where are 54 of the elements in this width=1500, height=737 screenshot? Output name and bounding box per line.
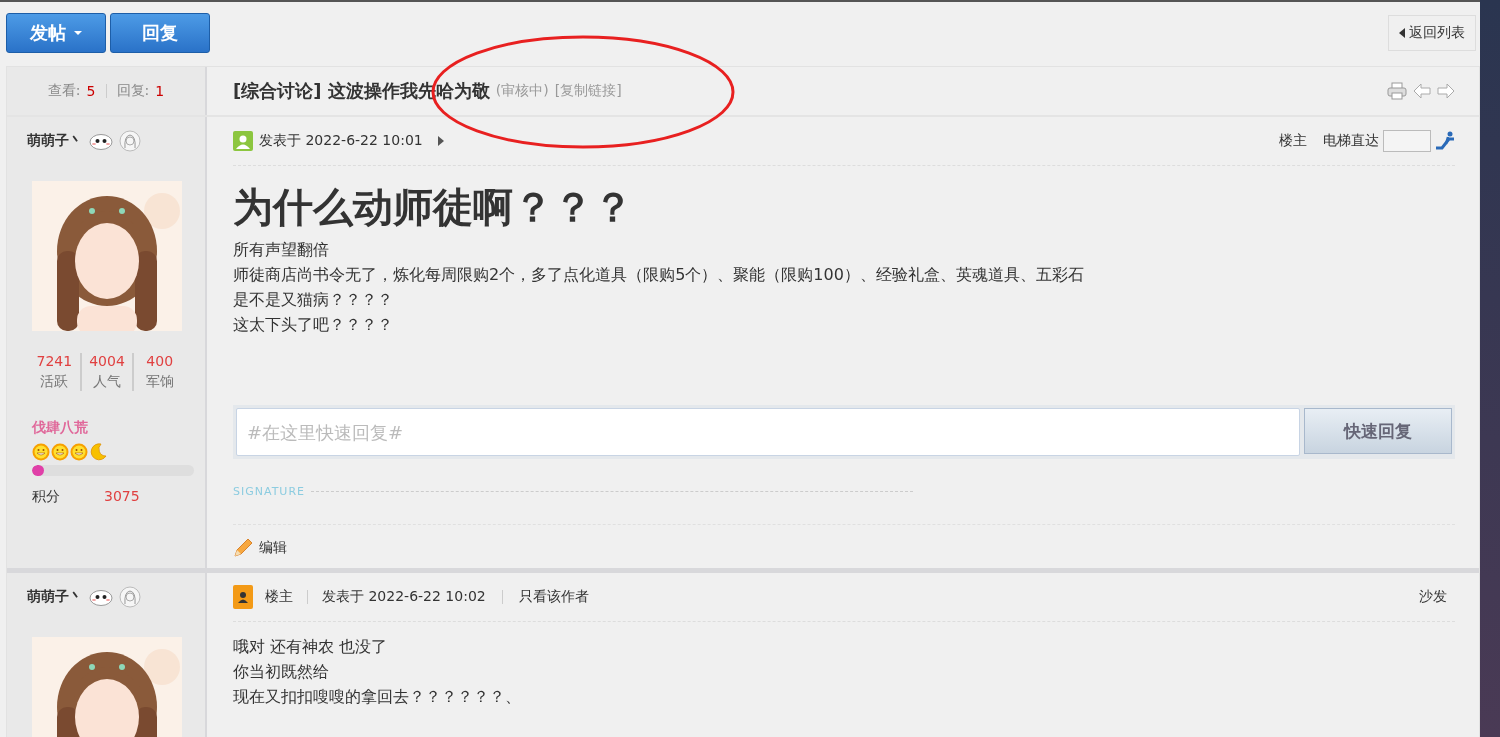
username[interactable]: 萌萌子丶: [27, 132, 83, 150]
moon-icon: [89, 443, 107, 461]
print-icon[interactable]: [1387, 82, 1407, 100]
quick-reply-field[interactable]: #在这里快速回复#: [236, 408, 1300, 456]
figure-sketch-icon: [119, 586, 141, 608]
post-text: 所有声望翻倍: [233, 239, 330, 261]
floor-label: 沙发: [1419, 588, 1447, 606]
profile-stat-value: 4004: [89, 353, 125, 369]
user-icon: [233, 131, 253, 151]
floor-label: 楼主: [1279, 132, 1307, 150]
post-text: 这太下头了吧？？？？: [233, 314, 394, 336]
profile-stat-value: 400: [146, 353, 174, 369]
next-arrow-icon[interactable]: [1437, 83, 1455, 99]
pencil-icon[interactable]: [233, 538, 253, 558]
back-to-list-button[interactable]: 返回列表: [1388, 15, 1476, 51]
profile-stat-label: 军饷: [145, 373, 174, 391]
figure-sketch-icon: [119, 130, 141, 152]
post-text: 是不是又猫病？？？？: [233, 289, 394, 311]
floor-input[interactable]: [1383, 130, 1431, 152]
post-text: 你当初既然给: [233, 661, 330, 683]
post-text: 师徒商店尚书令无了，炼化每周限购2个，多了点化道具（限购5个）、聚能（限购100）、经验礼盒、英魂道具、五彩石: [233, 264, 1085, 286]
sun-icon: [32, 443, 50, 461]
post-text: 哦对 还有神农 也没了: [233, 636, 389, 658]
signature-label: SIGNATURE: [233, 485, 305, 498]
review-status: (审核中): [495, 82, 549, 100]
quick-reply-button[interactable]: 快速回复: [1304, 408, 1452, 454]
stat-value: 5: [86, 83, 96, 99]
score-value: 3075: [104, 488, 140, 506]
reply-button[interactable]: 回复: [110, 13, 210, 53]
escalator-icon[interactable]: [1435, 131, 1455, 151]
emoji-icon: [89, 588, 113, 606]
edit-link[interactable]: 编辑: [259, 539, 287, 557]
new-post-button[interactable]: 发帖: [6, 13, 106, 53]
jump-label: 电梯直达: [1323, 132, 1379, 150]
username[interactable]: 萌萌子丶: [27, 588, 83, 606]
author-label: 楼主: [265, 588, 293, 606]
stat-label: 回复:: [116, 82, 150, 100]
profile-stat-label: 活跃: [40, 373, 69, 391]
post-time: 发表于 2022-6-22 10:02: [322, 588, 486, 606]
score-label: 积分: [32, 488, 60, 506]
post-time: 发表于 2022-6-22 10:01: [259, 132, 423, 150]
profile-stat-label: 人气: [93, 373, 121, 391]
emoji-icon: [89, 132, 113, 150]
post-heading: 为什么动师徒啊？？？: [233, 183, 634, 232]
post-text: 现在又扣扣嗖嗖的拿回去？？？？？？、: [233, 686, 522, 708]
stat-label: 查看:: [47, 82, 81, 100]
author-only-link[interactable]: 只看该作者: [518, 588, 589, 606]
sun-icon: [70, 443, 88, 461]
sun-icon: [51, 443, 69, 461]
author-badge-icon: [233, 585, 253, 609]
previous-arrow-icon[interactable]: [1413, 83, 1431, 99]
stat-value: 1: [155, 83, 165, 99]
user-rank: 伐肆八荒: [32, 419, 89, 437]
profile-stat-value: 7241: [36, 353, 73, 369]
